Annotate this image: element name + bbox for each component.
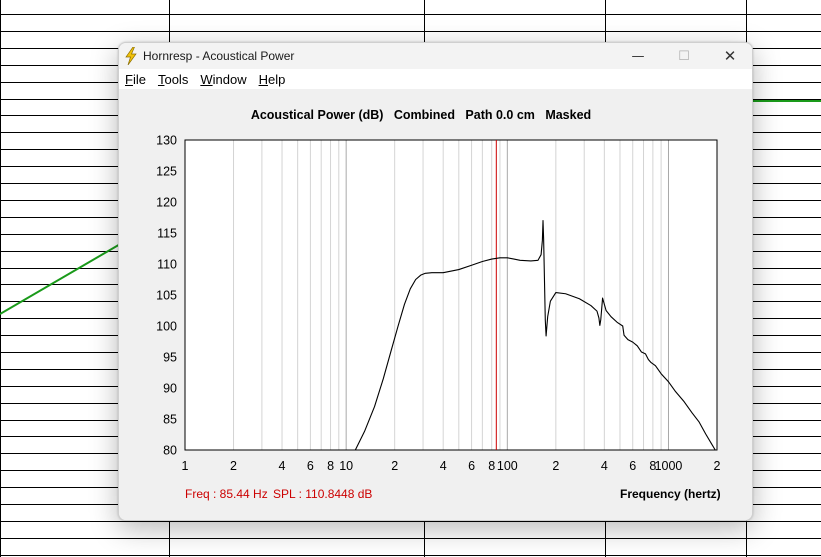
spl-readout: SPL : 110.8448 dB [273,487,373,501]
x-tick-label: 2 [230,459,237,473]
title-bar[interactable]: Hornresp - Acoustical Power — ☐ ✕ [119,43,752,69]
x-tick-label: 1 [182,459,189,473]
maximize-button[interactable]: ☐ [661,43,707,69]
x-tick-label: 4 [440,459,447,473]
x-tick-label: 2 [391,459,398,473]
menu-file[interactable]: File [119,72,146,87]
x-tick-label: 2 [552,459,559,473]
minimize-icon: — [631,48,645,64]
y-tick-label: 110 [157,258,177,272]
freq-readout: Freq : 85.44 Hz [185,487,268,501]
y-tick-label: 115 [157,227,177,241]
x-tick-label: 10 [339,459,353,473]
x-tick-label: 6 [629,459,636,473]
chart-area[interactable]: Acoustical Power (dB) Combined Path 0.0 … [119,89,752,520]
acoustical-power-chart[interactable]: Acoustical Power (dB) Combined Path 0.0 … [119,89,752,520]
x-tick-label: 8 [488,459,495,473]
close-icon: ✕ [723,47,737,65]
close-button[interactable]: ✕ [707,43,752,69]
y-tick-label: 85 [163,413,177,427]
x-axis-title: Frequency (hertz) [620,487,721,501]
background-trace-left [0,242,123,315]
maximize-icon: ☐ [678,48,690,64]
y-tick-label: 95 [163,351,177,365]
plot-background [185,140,717,450]
y-tick-label: 90 [163,382,177,396]
x-tick-label: 100 [497,459,518,473]
y-tick-label: 80 [163,444,177,458]
x-tick-label: 1000 [655,459,683,473]
y-tick-label: 130 [156,134,177,148]
chart-title: Acoustical Power (dB) Combined Path 0.0 … [251,108,591,122]
window-title: Hornresp - Acoustical Power [143,49,295,63]
x-tick-label: 4 [601,459,608,473]
x-tick-label: 2 [714,459,721,473]
menu-tools[interactable]: Tools [152,72,188,87]
x-tick-label: 4 [279,459,286,473]
minimize-button[interactable]: — [615,43,661,69]
y-tick-label: 100 [156,320,177,334]
x-tick-label: 6 [468,459,475,473]
menu-window[interactable]: Window [194,72,246,87]
y-tick-label: 120 [156,196,177,210]
hornresp-window: Hornresp - Acoustical Power — ☐ ✕ File T… [118,42,753,521]
menu-bar: File Tools Window Help [119,69,752,89]
y-tick-label: 125 [156,165,177,179]
menu-help[interactable]: Help [253,72,286,87]
lightning-bolt-icon [125,47,137,65]
y-tick-label: 105 [156,289,177,303]
x-tick-label: 6 [307,459,314,473]
x-tick-label: 8 [327,459,334,473]
